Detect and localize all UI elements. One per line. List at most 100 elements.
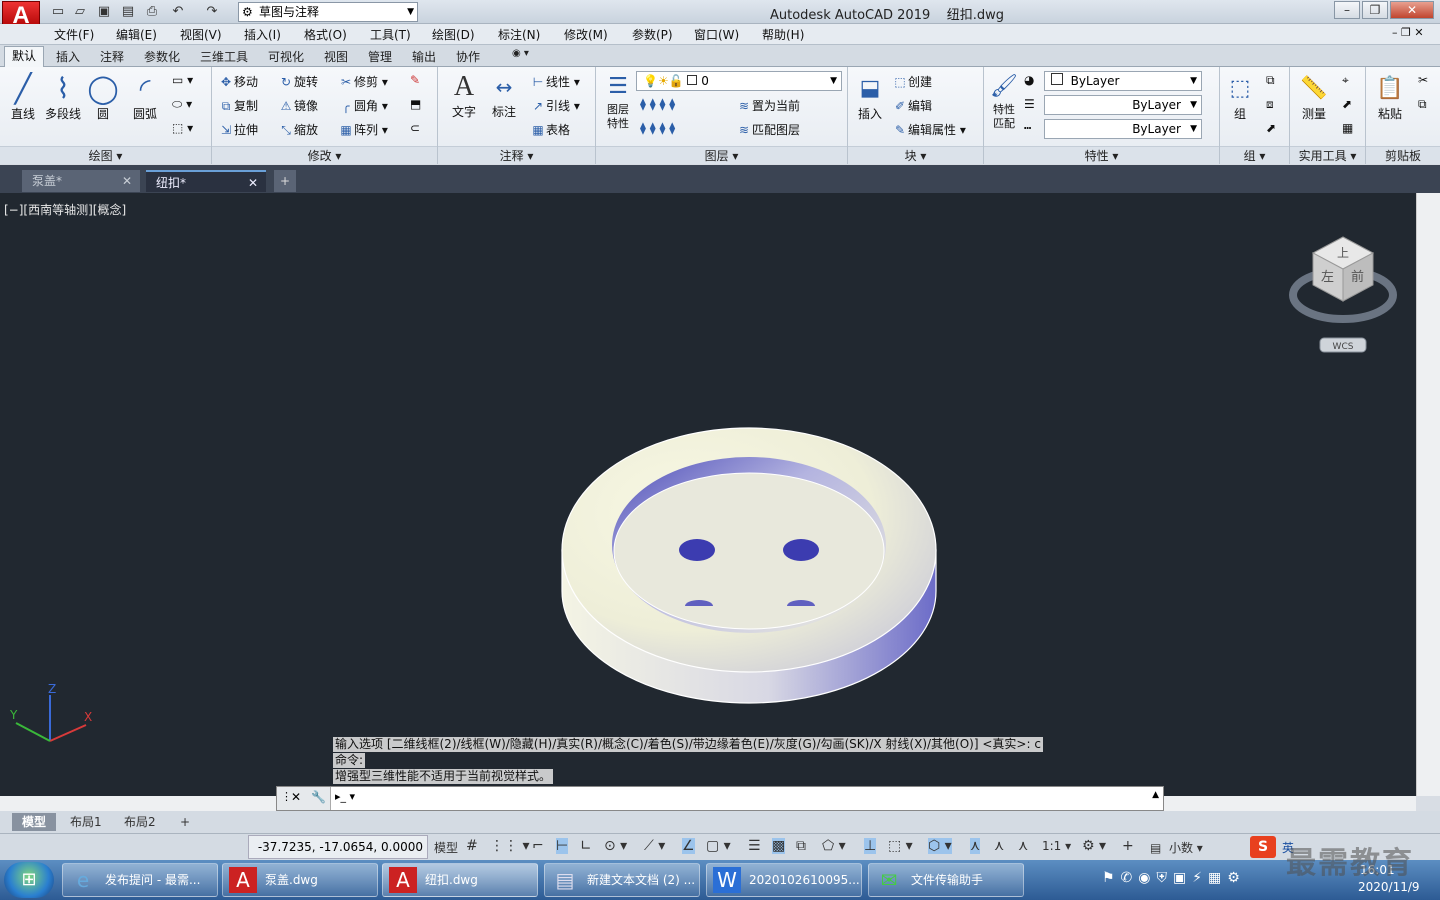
menu-modify[interactable]: 修改(M) — [564, 26, 608, 43]
tab-collaborate[interactable]: 协作 — [456, 48, 480, 65]
menu-insert[interactable]: 插入(I) — [244, 26, 281, 43]
insert-block-button[interactable]: ⬓ 插入 — [852, 73, 888, 122]
tab-view[interactable]: 视图 — [324, 48, 348, 65]
menu-format[interactable]: 格式(O) — [304, 26, 347, 43]
polar-tracking-icon[interactable]: ⊙ ▾ — [604, 838, 627, 854]
layout-tab-model[interactable]: 模型 — [12, 813, 57, 831]
save-as-icon[interactable]: ▤ — [120, 4, 136, 20]
panel-annotate-title[interactable]: 注释 ▾ — [438, 146, 595, 164]
copy-clip-icon[interactable]: ⧉ — [1418, 97, 1427, 112]
tab-manage[interactable]: 管理 — [368, 48, 392, 65]
layout-tab-layout1[interactable]: 布局1 — [60, 813, 112, 831]
taskbar-item-niukou[interactable]: A 纽扣.dwg — [382, 863, 538, 897]
panel-draw-title[interactable]: 绘图 ▾ — [0, 146, 211, 164]
panel-utilities-title[interactable]: 实用工具 ▾ — [1290, 146, 1365, 164]
dynamic-ucs-icon[interactable]: ⊥ — [864, 838, 877, 854]
taskbar-item-notepad[interactable]: ▤ 新建文本文档 (2) ... — [544, 863, 700, 897]
menu-dimension[interactable]: 标注(N) — [498, 26, 540, 43]
units-select[interactable]: ▤ 小数 ▾ — [1150, 839, 1203, 856]
rotate-button[interactable]: ↻ 旋转 — [278, 73, 318, 90]
layer-tools-row1[interactable]: ⧫ ⧫ ⧫ ⧫ — [640, 97, 675, 111]
vertical-scrollbar[interactable] — [1416, 193, 1440, 796]
command-history-toggle-icon[interactable]: ▲ — [1152, 790, 1159, 800]
panel-properties-title[interactable]: 特性 ▾ — [984, 146, 1219, 164]
tab-annotate[interactable]: 注释 — [100, 48, 124, 65]
selection-filter-icon[interactable]: ⬚ ▾ — [888, 838, 913, 854]
panel-clipboard-title[interactable]: 剪贴板 — [1366, 146, 1440, 164]
layer-properties-button[interactable]: ☰ 图层 特性 — [600, 71, 636, 131]
explode-icon[interactable]: ⬒ — [410, 97, 421, 111]
create-block-button[interactable]: ⬚ 创建 — [892, 73, 932, 90]
trim-button[interactable]: ✂ 修剪 ▾ — [338, 73, 388, 90]
array-button[interactable]: ▦ 阵列 ▾ — [338, 121, 388, 138]
auto-scale-icon[interactable]: ⋏ — [994, 838, 1004, 854]
wrench-icon[interactable]: 🔧 — [311, 790, 326, 804]
linetype-select[interactable]: ByLayer ▼ — [1044, 119, 1202, 139]
color-wheel-icon[interactable]: ◕ — [1024, 73, 1034, 87]
menu-tools[interactable]: 工具(T) — [370, 26, 411, 43]
new-file-icon[interactable]: ▭ — [50, 4, 66, 20]
clock-date[interactable]: 2020/11/9 — [1358, 880, 1420, 894]
sogou-ime-icon[interactable]: S — [1250, 836, 1276, 858]
calculator-icon[interactable]: ▦ — [1342, 121, 1353, 135]
snap-icon[interactable]: ⋮⋮ ▾ — [490, 838, 529, 854]
panel-modify-title[interactable]: 修改 ▾ — [212, 146, 437, 164]
coordinates-display[interactable]: -37.7235, -17.0654, 0.0000 — [248, 835, 428, 859]
cut-icon[interactable]: ✂ — [1418, 73, 1428, 87]
open-file-icon[interactable]: ▱ — [72, 4, 88, 20]
polyline-button[interactable]: ⌇ 多段线 — [44, 73, 82, 122]
layer-tools-row2[interactable]: ⧫ ⧫ ⧫ ⧫ — [640, 121, 675, 135]
text-button[interactable]: A 文字 — [446, 71, 482, 120]
grid-icon[interactable]: # — [466, 838, 478, 854]
group-select-icon[interactable]: ⬈ — [1266, 121, 1276, 135]
object-snap-icon[interactable]: ▢ ▾ — [706, 838, 731, 854]
annotation-scale-select[interactable]: 1:1 ▾ — [1042, 839, 1071, 853]
layout-tab-layout2[interactable]: 布局2 — [114, 813, 166, 831]
match-layer-button[interactable]: ≋ 匹配图层 — [736, 121, 800, 138]
rectangle-icon[interactable]: ▭ ▾ — [172, 73, 193, 87]
copy-button[interactable]: ⧉ 复制 — [218, 97, 258, 114]
command-line[interactable]: ⋮ ✕ 🔧 ▸_ ▾ ▲ — [276, 786, 1164, 811]
scale-button[interactable]: ⤡ 缩放 — [278, 121, 318, 138]
save-icon[interactable]: ▣ — [96, 4, 112, 20]
new-tab-button[interactable]: + — [274, 170, 296, 192]
group-edit-icon[interactable]: ⧈ — [1266, 97, 1274, 112]
layer-select[interactable]: 💡☀🔓 0 ▼ — [636, 71, 842, 91]
ribbon-toggle-icon[interactable]: ◉ ▾ — [512, 48, 529, 59]
isodraft-icon[interactable]: ⟋ ▾ — [644, 838, 665, 854]
dynamic-input-icon[interactable]: ⊢ — [556, 838, 569, 854]
tab-3d-tools[interactable]: 三维工具 — [200, 48, 248, 65]
redo-icon[interactable]: ↷ — [204, 4, 220, 20]
close-icon[interactable]: ✕ — [248, 172, 258, 194]
lineweight-icon[interactable]: ☰ — [1024, 97, 1035, 111]
menu-file[interactable]: 文件(F) — [54, 26, 94, 43]
minimize-button[interactable]: – — [1334, 1, 1360, 19]
match-properties-button[interactable]: 🖌 特性 匹配 — [986, 71, 1022, 131]
offset-icon[interactable]: ⊂ — [410, 121, 420, 135]
paste-button[interactable]: 📋 粘贴 — [1370, 73, 1410, 122]
object-snap-tracking-icon[interactable]: ∠ — [682, 838, 695, 854]
menu-help[interactable]: 帮助(H) — [762, 26, 804, 43]
panel-layers-title[interactable]: 图层 ▾ — [596, 146, 847, 164]
undo-icon[interactable]: ↶ — [170, 4, 186, 20]
system-tray-icons[interactable]: ⚑✆◉⛨▣⚡▦⚙ — [1102, 870, 1246, 886]
arc-button[interactable]: ◜ 圆弧 — [128, 73, 162, 122]
panel-group-title[interactable]: 组 ▾ — [1220, 146, 1289, 164]
taskbar-item-word[interactable]: W 2020102610095... — [706, 863, 862, 897]
doc-window-controls[interactable]: – ❐ ✕ — [1392, 26, 1424, 39]
close-icon[interactable]: ✕ — [122, 170, 132, 192]
tab-default[interactable]: 默认 — [4, 46, 44, 67]
circle-button[interactable]: ◯ 圆 — [86, 73, 120, 122]
linetype-icon[interactable]: ┅ — [1024, 121, 1031, 135]
selection-cycling-icon[interactable]: ⧉ — [796, 838, 806, 854]
edit-attributes-button[interactable]: ✎ 编辑属性 ▾ — [892, 121, 966, 138]
lineweight-select[interactable]: ByLayer ▼ — [1044, 95, 1202, 115]
close-button[interactable]: ✕ — [1390, 1, 1434, 19]
annotation-scale-icon[interactable]: ⋏ — [1018, 838, 1028, 854]
taskbar-item-bengai[interactable]: A 泵盖.dwg — [222, 863, 378, 897]
region-icon[interactable]: ⬚ ▾ — [172, 121, 193, 135]
annotation-visibility-icon[interactable]: ⋏ — [970, 838, 981, 854]
menu-view[interactable]: 视图(V) — [180, 26, 222, 43]
ungroup-icon[interactable]: ⧉ — [1266, 73, 1275, 88]
menu-draw[interactable]: 绘图(D) — [432, 26, 475, 43]
